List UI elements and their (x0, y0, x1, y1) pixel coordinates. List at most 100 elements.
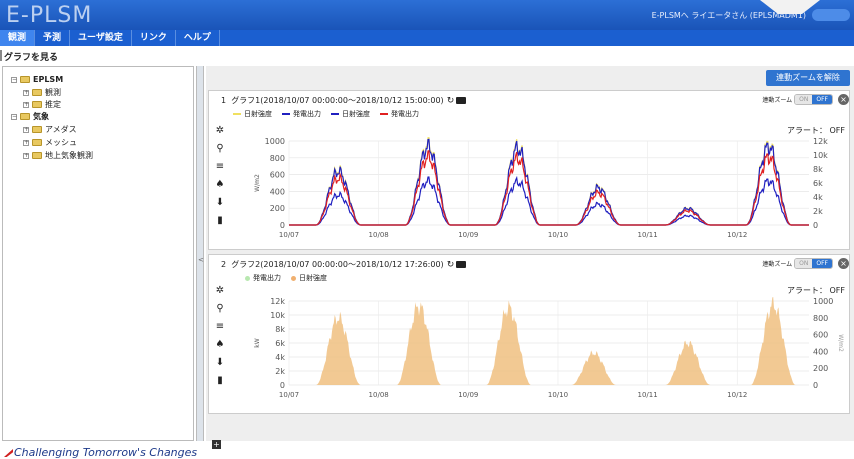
tree-node-mesh[interactable]: + メッシュ (23, 137, 77, 148)
close-icon[interactable]: × (838, 258, 849, 269)
list-icon[interactable]: ≡ (213, 161, 227, 179)
unlink-zoom-button[interactable]: 連動ズームを解除 (766, 70, 850, 86)
series-line (289, 150, 809, 226)
settings-icon[interactable]: ✲ (213, 125, 227, 143)
download-icon[interactable]: ⬇ (213, 357, 227, 375)
graph-tools: ✲ ⚲ ≡ ♠ ⬇ ▮ (213, 125, 227, 233)
zoom-icon[interactable]: ⚲ (213, 303, 227, 321)
graph-tools: ✲ ⚲ ≡ ♠ ⬇ ▮ (213, 285, 227, 393)
legend-item[interactable]: 日射強度 (331, 109, 370, 119)
zoom-icon[interactable]: ⚲ (213, 143, 227, 161)
alert-bell-icon[interactable]: ♠ (213, 179, 227, 197)
app-title: E-PLSM (6, 3, 93, 28)
expand-icon[interactable]: + (23, 126, 29, 133)
y-tick-left: 4k (275, 353, 285, 362)
alert-status: アラート： OFF (786, 126, 845, 135)
x-tick: 10/07 (279, 231, 299, 239)
y-tick-left: 0 (280, 221, 285, 230)
zoom-toggle: 連動ズーム ON OFF (762, 94, 833, 105)
x-tick: 10/07 (279, 391, 299, 399)
folder-icon (32, 101, 42, 108)
pane-splitter[interactable]: < (196, 66, 204, 441)
y-tick-right: 10k (813, 151, 828, 160)
series-line (289, 175, 809, 226)
y-tick-right: 12k (813, 137, 828, 146)
expand-icon[interactable]: + (23, 101, 29, 108)
y-axis-label: kW (254, 338, 261, 347)
collapse-icon[interactable]: − (11, 113, 17, 120)
series-line (289, 137, 809, 226)
menu-user-settings[interactable]: ユーザ設定 (70, 30, 132, 46)
x-tick: 10/10 (548, 231, 568, 239)
tree-node-observation[interactable]: + 観測 (23, 87, 61, 98)
menu-help[interactable]: ヘルプ (176, 30, 220, 46)
x-tick: 10/08 (369, 391, 389, 399)
zoom-toggle: 連動ズーム ON OFF (762, 258, 833, 269)
file-icon[interactable]: ▮ (213, 375, 227, 393)
alert-status: アラート： OFF (786, 286, 845, 295)
download-icon[interactable]: ⬇ (213, 197, 227, 215)
x-tick: 10/12 (727, 391, 747, 399)
x-tick: 10/10 (548, 391, 568, 399)
tree-node-estimate[interactable]: + 推定 (23, 99, 61, 110)
zoom-switch[interactable]: ON OFF (794, 94, 833, 105)
collapse-icon[interactable]: − (11, 76, 17, 83)
menu-forecast[interactable]: 予測 (35, 30, 71, 46)
logout-button[interactable] (812, 9, 850, 21)
series-area (289, 297, 809, 385)
toolbar-icon[interactable] (456, 261, 467, 268)
close-icon[interactable]: × (838, 94, 849, 105)
chart-1[interactable]: 0 200 400 600 800 1000 0 2k 4k 6k 8k 10k 12k 10/07 10/… (249, 137, 849, 247)
x-tick: 10/12 (727, 231, 747, 239)
y-tick-right: 6k (813, 179, 823, 188)
expand-icon[interactable]: + (23, 152, 29, 159)
brand-mark-icon (4, 449, 13, 457)
y-tick-left: 800 (270, 154, 285, 163)
toolbar-icon[interactable] (456, 97, 467, 104)
top-bar: E-PLSM E-PLSMへ ライエータさん (EPLSMADM1) (0, 0, 854, 30)
menu-links[interactable]: リンク (132, 30, 176, 46)
menu-observation[interactable]: 観測 (0, 30, 36, 46)
graph-title: 1 グラフ1(2018/10/07 00:00:00〜2018/10/12 15… (221, 95, 467, 106)
folder-icon (32, 152, 42, 159)
y-tick-right: 200 (813, 364, 828, 373)
collapse-arrow-icon[interactable]: < (198, 256, 204, 264)
legend-item[interactable]: 発電出力 (245, 273, 281, 283)
file-icon[interactable]: ▮ (213, 215, 227, 233)
y-tick-right: 800 (813, 314, 828, 323)
tree-node-eplsm[interactable]: − EPLSM (11, 75, 63, 84)
refresh-icon[interactable]: ↻ (447, 260, 455, 270)
settings-icon[interactable]: ✲ (213, 285, 227, 303)
add-chart-button[interactable]: + (212, 440, 221, 449)
y-tick-right: 400 (813, 347, 828, 356)
list-icon[interactable]: ≡ (213, 321, 227, 339)
legend-item[interactable]: 発電出力 (380, 109, 419, 119)
y-tick-left: 0 (280, 381, 285, 390)
graph-area: 連動ズームを解除 1 グラフ1(2018/10/07 00:00:00〜2018… (206, 66, 854, 441)
expand-icon[interactable]: + (23, 89, 29, 96)
refresh-icon[interactable]: ↻ (447, 96, 455, 106)
y-tick-left: 600 (270, 171, 285, 180)
chart-2[interactable]: 0 2k 4k 6k 8k 10k 12k 0 200 400 600 800 1000 10/07 10/… (249, 297, 849, 407)
legend-item[interactable]: 日射強度 (233, 109, 272, 119)
menu-bar: 観測 予測 ユーザ設定 リンク ヘルプ (0, 30, 854, 46)
x-tick: 10/11 (638, 391, 658, 399)
tree-node-surface-obs[interactable]: + 地上気象観測 (23, 150, 93, 161)
tree-sidebar: − EPLSM + 観測 + 推定 − 気象 + アメダス + メッシュ + 地上気象観測 (2, 66, 194, 441)
expand-icon[interactable]: + (23, 139, 29, 146)
y-axis-label: W/m2 (254, 174, 261, 192)
tree-node-weather[interactable]: − 気象 (11, 111, 49, 122)
tree-node-amedas[interactable]: + アメダス (23, 124, 77, 135)
legend-item[interactable]: 日射強度 (291, 273, 327, 283)
legend-item[interactable]: 発電出力 (282, 109, 321, 119)
y-tick-left: 1000 (265, 137, 285, 146)
y-tick-right: 8k (813, 165, 823, 174)
y-tick-left: 400 (270, 187, 285, 196)
breadcrumb: グラフを見る (0, 50, 58, 63)
zoom-switch[interactable]: ON OFF (794, 258, 833, 269)
graph-title: 2 グラフ2(2018/10/07 00:00:00〜2018/10/12 17… (221, 259, 467, 270)
alert-bell-icon[interactable]: ♠ (213, 339, 227, 357)
y-tick-left: 12k (270, 297, 285, 306)
y-tick-left: 200 (270, 204, 285, 213)
folder-icon (20, 113, 30, 120)
